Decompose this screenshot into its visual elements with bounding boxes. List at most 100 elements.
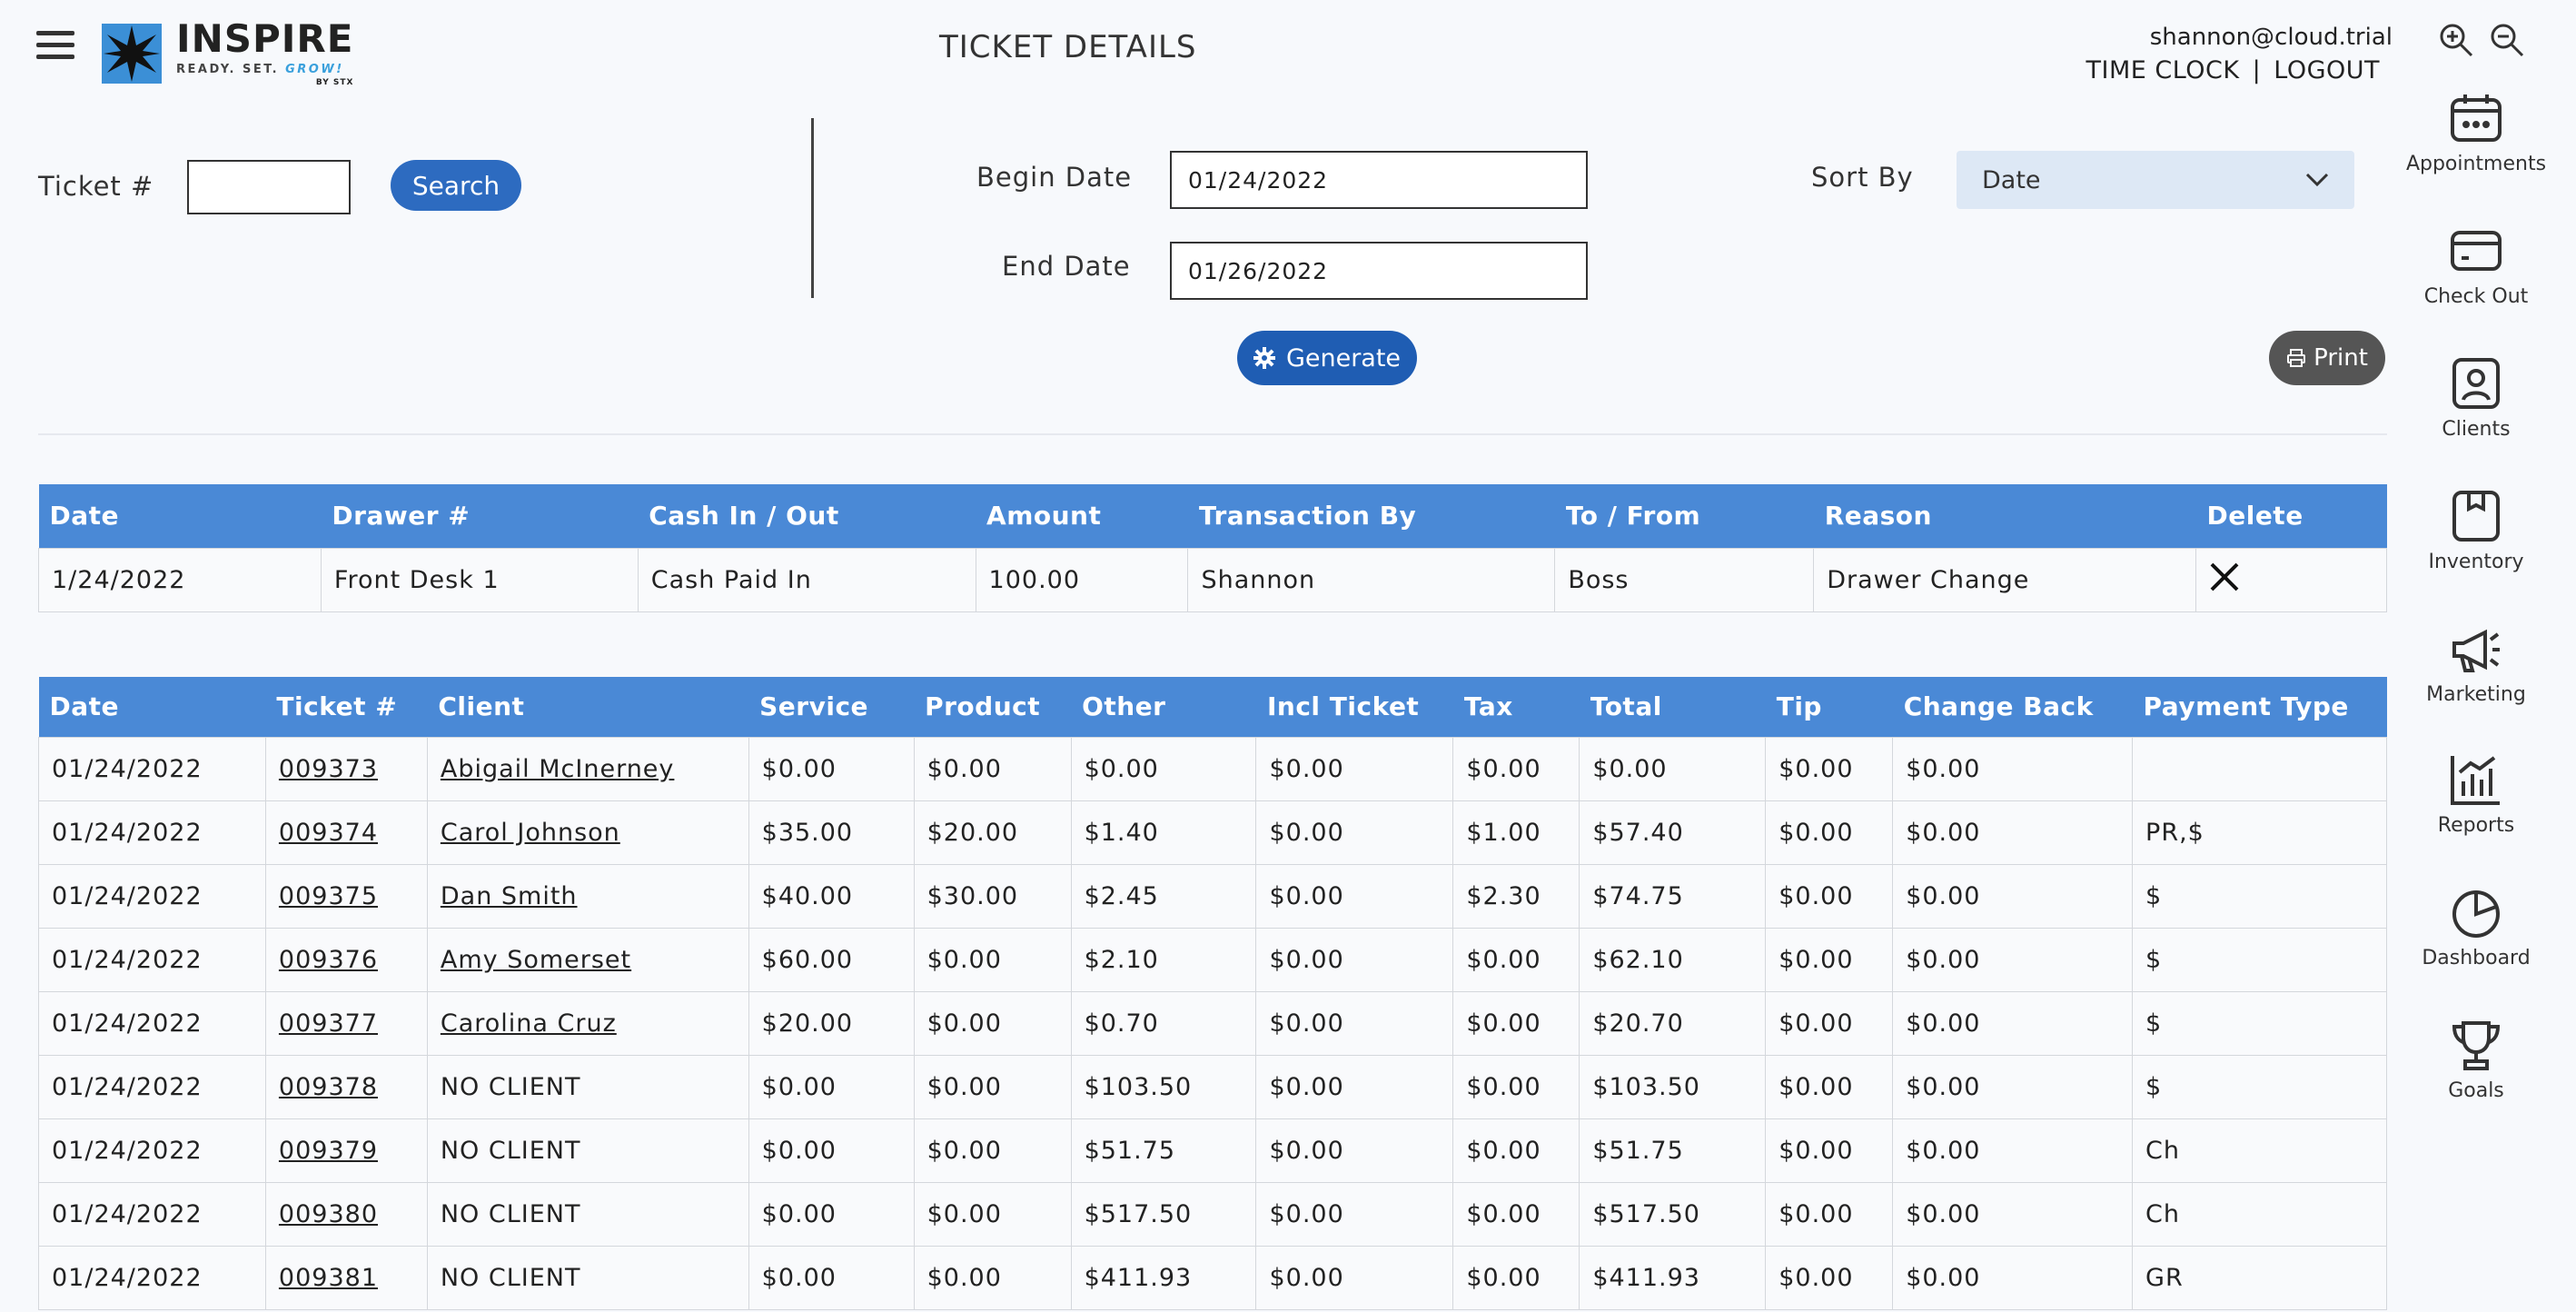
column-header[interactable]: Tip	[1765, 677, 1893, 737]
table-row[interactable]: 01/24/2022 009380 NO CLIENT $0.00 $0.00 $517.…	[38, 1181, 2387, 1247]
table-row[interactable]: 01/24/2022 009375 Dan Smith $40.00 $30.00 $2.…	[38, 863, 2387, 929]
column-header[interactable]: Product	[914, 677, 1072, 737]
column-header[interactable]: Reason	[1813, 484, 2196, 548]
logout-link[interactable]: LOGOUT	[2274, 56, 2380, 84]
client-name-link[interactable]: Dan Smith	[441, 882, 578, 910]
cell-service: $0.00	[748, 1245, 915, 1310]
cell-total: $0.00	[1579, 736, 1767, 801]
table-row[interactable]: 01/24/2022 009379 NO CLIENT $0.00 $0.00 $51.7…	[38, 1118, 2387, 1183]
column-header[interactable]: Date	[38, 484, 322, 548]
begin-date-input[interactable]	[1170, 151, 1588, 209]
ticket-number-link[interactable]: 009377	[279, 1009, 378, 1038]
cell-product: $0.00	[913, 1054, 1072, 1119]
nav-dashboard[interactable]: Dashboard	[2394, 885, 2558, 969]
cell-drawer: Front Desk 1	[320, 547, 639, 612]
nav-marketing[interactable]: Marketing	[2394, 621, 2558, 706]
tickets-table-header: Date Ticket # Client Service Product Oth…	[38, 677, 2387, 737]
sort-by-label: Sort By	[1811, 162, 1914, 193]
cell-payment: Ch	[2132, 1118, 2387, 1183]
nav-clients[interactable]: Clients	[2394, 356, 2558, 441]
column-header[interactable]: Delete	[2195, 484, 2387, 548]
app-logo[interactable]: INSPIRE READY. SET. GROW! BY STX	[100, 20, 353, 87]
end-date-input[interactable]	[1170, 242, 1588, 300]
tickets-table-body: 01/24/2022 009373 Abigail McInerney $0.00 $0…	[38, 736, 2387, 1310]
cell-ticket: 009380	[264, 1181, 428, 1247]
table-row[interactable]: 01/24/2022 009376 Amy Somerset $60.00 $0.00 $…	[38, 927, 2387, 992]
sort-by-select[interactable]: Date	[1957, 151, 2354, 209]
column-header[interactable]: To / From	[1554, 484, 1814, 548]
cell-change: $0.00	[1892, 863, 2134, 929]
ticket-number-link[interactable]: 009380	[279, 1200, 378, 1228]
ticket-number-link[interactable]: 009376	[279, 946, 378, 974]
cell-incl: $0.00	[1255, 1181, 1454, 1247]
column-header[interactable]: Total	[1579, 677, 1766, 737]
client-name-link[interactable]: Carol Johnson	[441, 819, 620, 847]
ticket-number-link[interactable]: 009381	[279, 1264, 378, 1292]
nav-goals[interactable]: Goals	[2394, 1018, 2558, 1102]
nav-appointments[interactable]: Appointments	[2394, 91, 2558, 175]
delete-icon[interactable]	[2209, 562, 2240, 599]
table-row[interactable]: 01/24/2022 009381 NO CLIENT $0.00 $0.00 $411.…	[38, 1245, 2387, 1310]
zoom-in-icon[interactable]	[2438, 22, 2474, 58]
cell-service: $0.00	[748, 736, 915, 801]
column-header[interactable]: Incl Ticket	[1255, 677, 1453, 737]
column-header[interactable]: Change Back	[1892, 677, 2133, 737]
nav-check-out[interactable]: Check Out	[2394, 224, 2558, 308]
cell-tax: $2.30	[1452, 863, 1580, 929]
client-name-link[interactable]: Abigail McInerney	[441, 755, 675, 783]
column-header[interactable]: Cash In / Out	[638, 484, 976, 548]
zoom-out-icon[interactable]	[2489, 22, 2525, 58]
ticket-number-link[interactable]: 009375	[279, 882, 378, 910]
column-header[interactable]: Transaction By	[1187, 484, 1555, 548]
print-button[interactable]: Print	[2269, 331, 2385, 385]
ticket-number-input[interactable]	[187, 160, 351, 214]
column-header[interactable]: Tax	[1452, 677, 1580, 737]
cell-tip: $0.00	[1765, 1054, 1894, 1119]
cell-payment: $	[2132, 1054, 2387, 1119]
cell-tax: $1.00	[1452, 800, 1580, 865]
cell-client: NO CLIENT	[426, 1181, 749, 1247]
search-button[interactable]: Search	[391, 160, 521, 211]
nav-label-clients: Clients	[2442, 418, 2511, 441]
ticket-number-link[interactable]: 009374	[279, 819, 378, 847]
column-header[interactable]: Ticket #	[265, 677, 428, 737]
cell-change: $0.00	[1892, 1054, 2134, 1119]
hamburger-menu-icon[interactable]	[36, 31, 74, 64]
cell-product: $0.00	[913, 736, 1072, 801]
column-header[interactable]: Amount	[976, 484, 1188, 548]
nav-reports[interactable]: Reports	[2394, 752, 2558, 837]
column-header[interactable]: Client	[427, 677, 749, 737]
column-header[interactable]: Service	[748, 677, 915, 737]
trophy-icon	[2452, 1021, 2501, 1070]
cell-ticket: 009376	[264, 927, 428, 992]
cell-date: 01/24/2022	[38, 1245, 266, 1310]
cell-tip: $0.00	[1765, 1245, 1894, 1310]
table-row[interactable]: 01/24/2022 009378 NO CLIENT $0.00 $0.00 $103.…	[38, 1054, 2387, 1119]
cell-date: 01/24/2022	[38, 863, 266, 929]
ticket-number-link[interactable]: 009379	[279, 1137, 378, 1165]
table-row[interactable]: 01/24/2022 009373 Abigail McInerney $0.00 $0…	[38, 736, 2387, 801]
cell-reason: Drawer Change	[1813, 547, 2196, 612]
table-row[interactable]: 01/24/2022 009377 Carolina Cruz $20.00 $0.00…	[38, 990, 2387, 1056]
nav-inventory[interactable]: Inventory	[2394, 489, 2558, 573]
column-header[interactable]: Other	[1071, 677, 1256, 737]
cell-total: $62.10	[1579, 927, 1767, 992]
ticket-number-label: Ticket #	[38, 171, 154, 202]
generate-button[interactable]: Generate	[1237, 331, 1417, 385]
cell-incl: $0.00	[1255, 1118, 1454, 1183]
megaphone-icon	[2452, 629, 2500, 672]
nav-label-dashboard: Dashboard	[2422, 947, 2531, 969]
credit-card-icon	[2451, 231, 2502, 271]
time-clock-link[interactable]: TIME CLOCK	[2086, 56, 2239, 84]
column-header[interactable]: Date	[38, 677, 266, 737]
cell-date: 01/24/2022	[38, 927, 266, 992]
client-name-link[interactable]: Carolina Cruz	[441, 1009, 617, 1038]
column-header[interactable]: Payment Type	[2132, 677, 2387, 737]
client-name-link[interactable]: Amy Somerset	[441, 946, 631, 974]
table-row[interactable]: 01/24/2022 009374 Carol Johnson $35.00 $20.0…	[38, 800, 2387, 865]
column-header[interactable]: Drawer #	[321, 484, 639, 548]
ticket-number-link[interactable]: 009378	[279, 1073, 378, 1101]
cell-tax: $0.00	[1452, 1181, 1580, 1247]
logo-title: INSPIRE	[176, 16, 354, 61]
ticket-number-link[interactable]: 009373	[279, 755, 378, 783]
